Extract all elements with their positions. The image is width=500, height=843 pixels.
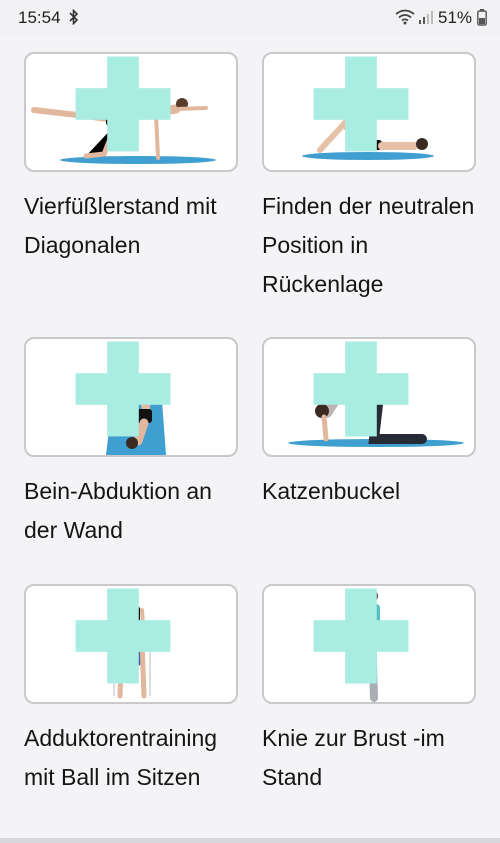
- bottom-divider: [0, 838, 500, 843]
- signal-icon: [419, 11, 433, 24]
- exercise-thumbnail[interactable]: [24, 337, 238, 457]
- exercise-thumbnail[interactable]: [24, 52, 238, 172]
- exercise-thumbnail[interactable]: [262, 337, 476, 457]
- exercise-title[interactable]: Katzenbuckel: [262, 472, 476, 511]
- exercise-title[interactable]: Adduktorentraining mit Ball im Sitzen: [24, 719, 238, 797]
- plus-icon[interactable]: [24, 584, 228, 694]
- plus-icon[interactable]: [262, 52, 466, 162]
- exercise-title[interactable]: Knie zur Brust -im Stand: [262, 719, 476, 797]
- plus-icon[interactable]: [24, 337, 228, 447]
- exercise-title[interactable]: Finden der neutralen Position in Rückenl…: [262, 187, 476, 304]
- plus-icon[interactable]: [262, 584, 466, 694]
- status-time: 15:54: [18, 8, 61, 27]
- exercise-thumbnail[interactable]: [262, 584, 476, 704]
- exercise-thumbnail[interactable]: [24, 584, 238, 704]
- exercise-thumbnail[interactable]: [262, 52, 476, 172]
- plus-icon[interactable]: [24, 52, 228, 162]
- battery-percentage: 51%: [438, 8, 473, 27]
- plus-icon[interactable]: [262, 337, 466, 447]
- wifi-icon: [395, 9, 415, 25]
- battery-icon: [477, 9, 487, 26]
- exercise-grid: Vierfüßlerstand mit Diagonalen Finden de…: [0, 34, 500, 843]
- bluetooth-icon: [69, 9, 79, 25]
- status-bar: 15:54 51%: [0, 0, 500, 34]
- exercise-title[interactable]: Bein-Abduktion an der Wand: [24, 472, 238, 550]
- exercise-title[interactable]: Vierfüßlerstand mit Diagonalen: [24, 187, 238, 265]
